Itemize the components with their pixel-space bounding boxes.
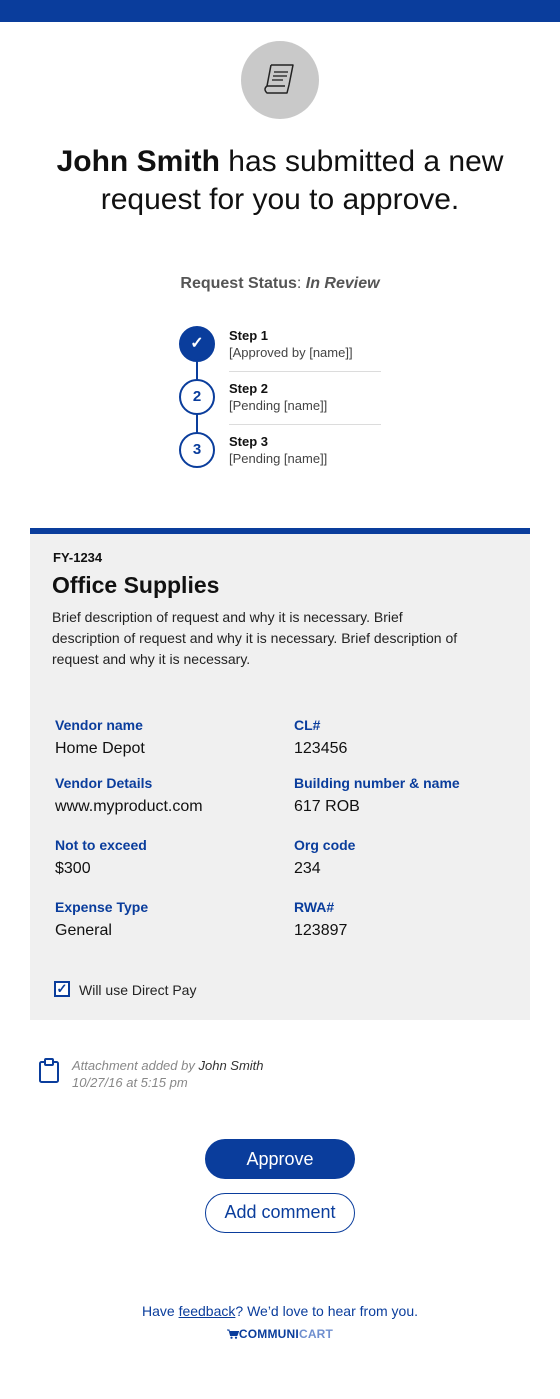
- request-icon-circle: [241, 41, 319, 119]
- brand-logo[interactable]: COMMUNICART: [0, 1327, 560, 1341]
- step-2-number: 2: [179, 379, 215, 415]
- clipboard-icon: [39, 1058, 59, 1083]
- request-title: Office Supplies: [52, 572, 220, 598]
- field-value: 123456: [294, 740, 348, 757]
- step-1: Step 1 [Approved by [name]]: [229, 327, 381, 372]
- cl-field: CL# 123456: [294, 716, 514, 760]
- request-card: FY-1234 Office Supplies Brief descriptio…: [30, 528, 530, 1020]
- field-label: Org code: [294, 837, 356, 853]
- request-description: Brief description of request and why it …: [52, 609, 458, 667]
- brand-name-bold: COMMUNI: [238, 1327, 299, 1341]
- step-3: Step 3 [Pending [name]]: [229, 433, 381, 478]
- status-label: Request Status: [180, 275, 297, 292]
- attachment-note: Attachment added by John Smith 10/27/16 …: [38, 1056, 418, 1096]
- vendor-name-field: Vendor name Home Depot: [55, 716, 275, 760]
- field-label: CL#: [294, 717, 321, 733]
- feedback-line: Have feedback? We’d love to hear from yo…: [0, 1303, 560, 1319]
- top-banner: [0, 0, 560, 22]
- step-detail: [Approved by [name]]: [229, 345, 353, 360]
- status-value: In Review: [305, 275, 380, 292]
- attachment-text: Attachment added by John Smith: [72, 1058, 264, 1073]
- add-comment-button[interactable]: Add comment: [205, 1193, 355, 1233]
- status-separator: :: [296, 275, 306, 292]
- field-label: Vendor name: [55, 717, 143, 733]
- step-detail: [Pending [name]]: [229, 398, 328, 413]
- cart-icon: [226, 1329, 240, 1339]
- field-value: 234: [294, 860, 321, 877]
- field-label: Not to exceed: [55, 837, 147, 853]
- vendor-details-field: Vendor Details www.myproduct.com: [55, 774, 275, 818]
- rwa-field: RWA# 123897: [294, 898, 514, 942]
- field-value: General: [55, 922, 112, 939]
- attachment-label: Attachment added by: [72, 1058, 199, 1073]
- field-label: Expense Type: [55, 899, 149, 915]
- field-value: Home Depot: [55, 740, 145, 757]
- approve-button[interactable]: Approve: [205, 1139, 355, 1179]
- feedback-prefix: Have: [141, 1303, 179, 1319]
- field-value: 123897: [294, 922, 348, 939]
- step-title: Step 1: [229, 328, 269, 343]
- field-label: Building number & name: [294, 775, 460, 791]
- step-detail: [Pending [name]]: [229, 451, 328, 466]
- feedback-link[interactable]: feedback: [179, 1303, 236, 1319]
- direct-pay-checkbox[interactable]: ✓: [54, 981, 70, 997]
- feedback-suffix: ? We’d love to hear from you.: [235, 1303, 418, 1319]
- receipt-icon: [264, 64, 294, 94]
- attachment-author: John Smith: [198, 1058, 264, 1073]
- step-2: Step 2 [Pending [name]]: [229, 380, 381, 425]
- attachment-timestamp: 10/27/16 at 5:15 pm: [72, 1075, 188, 1090]
- building-field: Building number & name 617 ROB: [294, 774, 514, 818]
- step-title: Step 2: [229, 381, 269, 396]
- field-value: www.myproduct.com: [55, 798, 203, 815]
- field-label: Vendor Details: [55, 775, 153, 791]
- step-title: Step 3: [229, 434, 269, 449]
- step-3-number: 3: [179, 432, 215, 468]
- brand-name-light: CART: [298, 1327, 334, 1341]
- request-code: FY-1234: [53, 550, 103, 565]
- request-status: Request Status: In Review: [0, 275, 560, 293]
- approval-steps: ✓ Step 1 [Approved by [name]] 2 Step 2 […: [179, 326, 384, 476]
- field-value: 617 ROB: [294, 798, 360, 815]
- not-to-exceed-field: Not to exceed $300: [55, 836, 275, 880]
- org-code-field: Org code 234: [294, 836, 514, 880]
- field-value: $300: [55, 860, 91, 877]
- step-1-check-icon: ✓: [179, 326, 215, 362]
- field-label: RWA#: [294, 899, 335, 915]
- requester-name: John Smith: [56, 145, 220, 178]
- page-headline: John Smith has submitted a new request f…: [20, 143, 540, 219]
- expense-type-field: Expense Type General: [55, 898, 275, 942]
- direct-pay-label: Will use Direct Pay: [79, 982, 197, 998]
